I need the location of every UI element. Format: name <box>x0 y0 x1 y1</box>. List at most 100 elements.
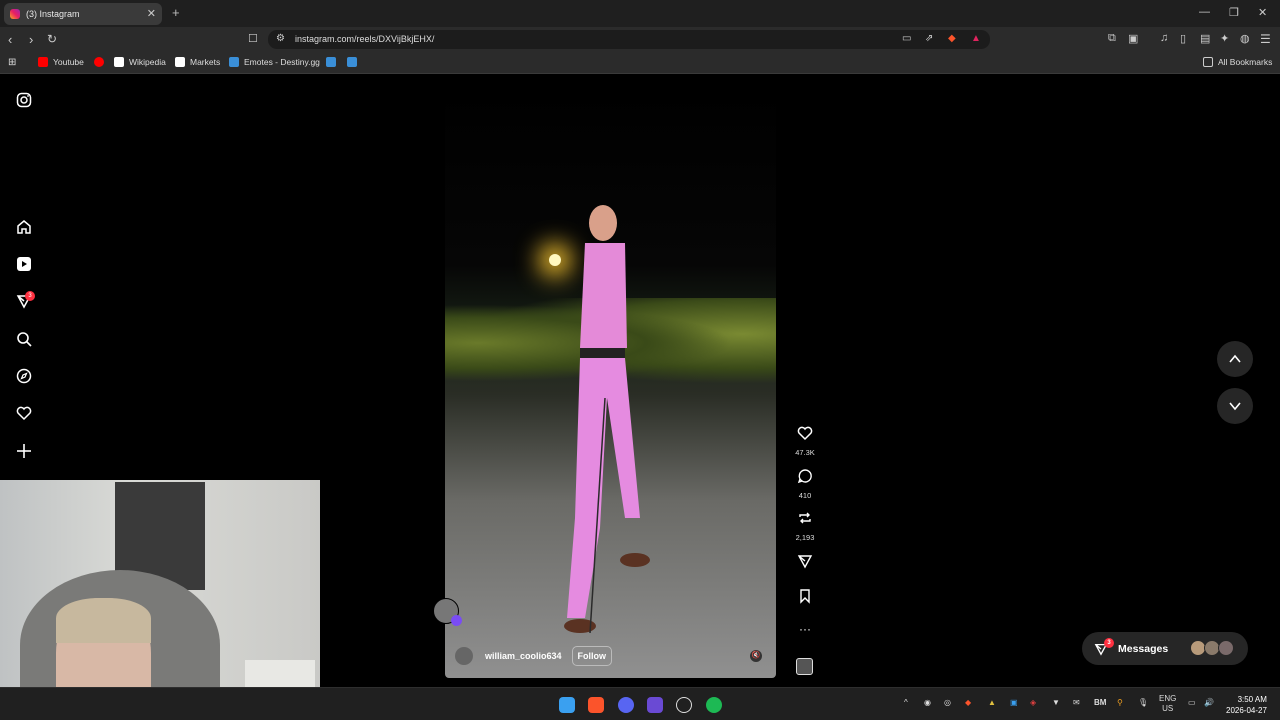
create-plus-icon[interactable] <box>16 443 32 459</box>
media-icon[interactable]: ♫ <box>1160 32 1168 44</box>
wallet-icon[interactable]: ▣ <box>1128 32 1138 45</box>
all-bookmarks[interactable]: All Bookmarks <box>1203 57 1272 67</box>
minimize-icon[interactable]: — <box>1199 6 1210 18</box>
more-options-icon[interactable]: ··· <box>790 622 820 636</box>
instagram-logo-icon[interactable] <box>16 92 32 108</box>
bookmark-markets[interactable]: Markets <box>175 57 220 67</box>
author-username[interactable]: william_coolio634 <box>485 651 562 661</box>
back-icon[interactable]: ‹ <box>8 32 12 47</box>
bm-tray-label[interactable]: BM <box>1094 698 1106 707</box>
network-icon[interactable]: ▭ <box>1188 698 1196 707</box>
reel-video[interactable]: william_coolio634 Follow 🔇 <box>445 88 776 678</box>
reload-icon[interactable]: ↻ <box>47 32 57 46</box>
comment-icon[interactable] <box>797 468 813 484</box>
system-clock[interactable]: 3:50 AM 2026-04-27 <box>1226 694 1267 716</box>
repost-icon[interactable] <box>797 510 813 526</box>
spotify-icon[interactable] <box>706 697 722 713</box>
bookmark-save-icon[interactable] <box>797 588 813 604</box>
mute-icon[interactable]: 🔇 <box>750 650 762 662</box>
previous-reel-button[interactable] <box>1217 341 1253 377</box>
comment-action[interactable]: 410 <box>790 468 820 500</box>
chevron-down-icon <box>1229 402 1241 411</box>
language-indicator[interactable]: ENG US <box>1159 694 1176 714</box>
heart-icon[interactable] <box>16 405 32 421</box>
restore-icon[interactable]: ❐ <box>1229 6 1239 19</box>
discord-icon[interactable] <box>618 697 634 713</box>
tray-app-icon[interactable]: ⚲ <box>1117 698 1123 707</box>
bookmark-wikipedia[interactable]: Wikipedia <box>114 57 166 67</box>
menu-icon[interactable]: ☰ <box>1260 32 1271 46</box>
brave-shields-icon[interactable]: ◆ <box>948 33 956 44</box>
destiny-icon <box>326 57 336 67</box>
next-reel-button[interactable] <box>1217 388 1253 424</box>
clock-time: 3:50 AM <box>1237 695 1267 704</box>
bookmark-destiny-3[interactable] <box>347 57 362 67</box>
share-action[interactable] <box>790 553 820 574</box>
tray-app-icon[interactable]: ✉ <box>1073 698 1080 707</box>
tab-bar: (3) Instagram ✕ + — ❐ ✕ <box>0 0 1280 27</box>
share-send-icon[interactable] <box>797 553 813 569</box>
forward-icon[interactable]: › <box>29 32 33 47</box>
follow-button[interactable]: Follow <box>571 646 613 666</box>
steam-icon[interactable]: ◎ <box>944 698 951 707</box>
vpn-icon[interactable]: ▤ <box>1200 32 1210 45</box>
close-window-icon[interactable]: ✕ <box>1258 6 1267 19</box>
address-bar[interactable]: ⚙ instagram.com/reels/DXVijBkjEHX/ ▭ ⇗ ◆… <box>268 30 990 49</box>
site-settings-icon[interactable]: ⚙ <box>276 33 285 44</box>
tray-app-icon[interactable]: ▣ <box>1010 698 1018 707</box>
navigation-bar: ‹ › ↻ ☐ ⚙ instagram.com/reels/DXVijBkjEH… <box>0 27 1280 52</box>
microphone-icon[interactable]: 🎙 <box>1138 698 1148 707</box>
close-tab-icon[interactable]: ✕ <box>147 7 156 20</box>
explore-icon[interactable] <box>16 368 32 384</box>
tray-app-icon[interactable]: ◈ <box>1030 698 1036 707</box>
repost-action[interactable]: 2,193 <box>790 510 820 542</box>
keyboard-region: US <box>1162 704 1174 713</box>
destiny-icon <box>347 57 357 67</box>
youtube-icon <box>94 57 104 67</box>
search-icon[interactable] <box>16 331 32 347</box>
like-action[interactable]: 47.3K <box>790 425 820 457</box>
volume-icon[interactable]: 🔊 <box>1204 698 1214 707</box>
new-tab-button[interactable]: + <box>172 5 180 20</box>
share-icon[interactable]: ⇗ <box>925 33 933 44</box>
tray-app-icon[interactable]: ◉ <box>924 698 931 707</box>
bookmark-destiny-2[interactable] <box>326 57 341 67</box>
home-icon[interactable] <box>16 219 32 235</box>
save-action[interactable] <box>790 588 820 609</box>
brave-tray-icon[interactable]: ◆ <box>965 698 971 707</box>
tab-title: (3) Instagram <box>26 9 80 19</box>
url-text[interactable]: instagram.com/reels/DXVijBkjEHX/ <box>295 34 434 44</box>
notifications-badge: 3 <box>25 291 35 301</box>
obs-icon[interactable] <box>676 697 692 713</box>
show-hidden-icons[interactable]: ^ <box>904 698 908 707</box>
messages-button[interactable]: Messages 3 <box>1082 632 1248 665</box>
bookmark-youtube-2[interactable] <box>94 57 109 67</box>
verified-badge-icon <box>451 615 462 626</box>
tray-app-icon[interactable]: ▼ <box>1052 698 1060 707</box>
cast-icon[interactable]: ▭ <box>902 33 911 44</box>
youtube-icon <box>38 57 48 67</box>
apps-grid-icon[interactable]: ⊞ <box>8 57 16 68</box>
tray-app-icon[interactable]: ▲ <box>988 698 996 707</box>
windows-start-icon[interactable] <box>559 697 575 713</box>
brave-rewards-icon[interactable]: ▲ <box>971 33 981 44</box>
extensions-icon[interactable]: ⧉ <box>1108 32 1116 45</box>
comment-count: 410 <box>798 491 812 500</box>
author-avatar[interactable] <box>455 647 473 665</box>
tradingview-icon <box>175 57 185 67</box>
like-heart-icon[interactable] <box>797 425 813 441</box>
bookmark-page-icon[interactable]: ☐ <box>248 32 258 45</box>
person-figure <box>564 205 650 634</box>
leo-ai-icon[interactable]: ✦ <box>1220 32 1229 45</box>
sidebar-toggle-icon[interactable]: ▯ <box>1180 32 1186 45</box>
app-icon[interactable] <box>647 697 663 713</box>
taskbar: ^ ◉ ◎ ◆ ▲ ▣ ◈ ▼ ✉ BM ⚲ 🎙 ENG US ▭ 🔊 3:50… <box>0 687 1280 720</box>
instagram-favicon-icon <box>10 9 20 19</box>
bookmark-emotes[interactable]: Emotes - Destiny.gg <box>229 57 320 67</box>
tab-instagram[interactable]: (3) Instagram ✕ <box>4 3 162 25</box>
bookmark-youtube[interactable]: Youtube <box>38 57 84 67</box>
reels-icon[interactable] <box>16 256 32 272</box>
brave-browser-icon[interactable] <box>588 697 604 713</box>
profile-icon[interactable]: ◍ <box>1240 32 1250 45</box>
audio-thumbnail[interactable] <box>796 658 813 675</box>
